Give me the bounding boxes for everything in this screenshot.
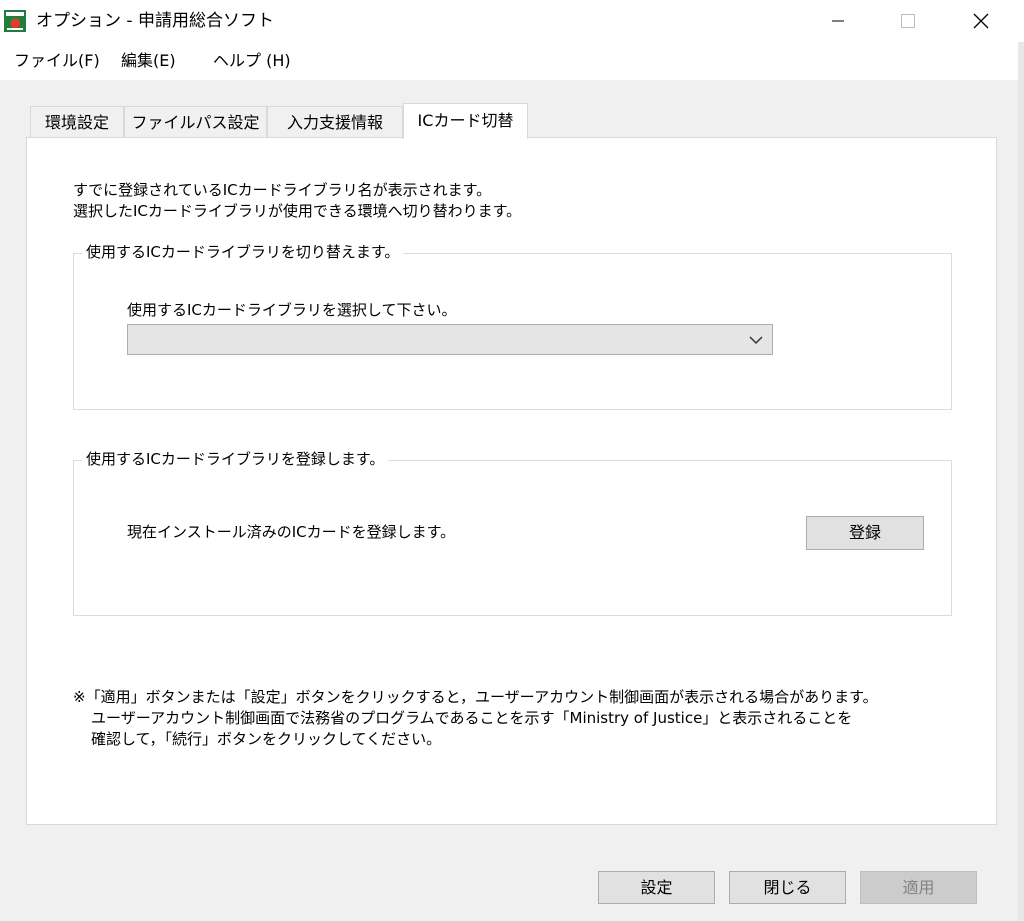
- apply-button[interactable]: 適用: [860, 871, 977, 904]
- register-button[interactable]: 登録: [806, 516, 924, 550]
- note-line-1: ※「適用」ボタンまたは「設定」ボタンをクリックすると，ユーザーアカウント制御画面…: [73, 688, 878, 706]
- switch-group-legend: 使用するICカードライブラリを切り替えます。: [82, 242, 404, 262]
- menu-bar: ファイル(F) 編集(E) ヘルプ (H): [0, 42, 1024, 80]
- window-title: オプション - 申請用総合ソフト: [36, 11, 274, 31]
- description-line-1: すでに登録されているICカードライブラリ名が表示されます。: [73, 181, 492, 199]
- register-description: 現在インストール済みのICカードを登録します。: [127, 523, 456, 541]
- maximize-button[interactable]: [873, 0, 943, 42]
- minimize-icon: [832, 20, 844, 22]
- note-line-2: ユーザーアカウント制御画面で法務省のプログラムであることを示す「Ministry…: [91, 709, 853, 727]
- title-bar: オプション - 申請用総合ソフト: [0, 0, 1024, 42]
- note-line-3: 確認して，「続行」ボタンをクリックしてください。: [91, 730, 442, 748]
- tab-input-support[interactable]: 入力支援情報: [267, 106, 403, 138]
- ok-button[interactable]: 設定: [598, 871, 715, 904]
- menu-help[interactable]: ヘルプ (H): [213, 50, 291, 72]
- tab-environment[interactable]: 環境設定: [30, 106, 124, 138]
- menu-file[interactable]: ファイル(F): [14, 50, 100, 72]
- library-select[interactable]: [127, 324, 773, 355]
- background-window-edge: [1018, 42, 1024, 921]
- tab-ic-card[interactable]: ICカード切替: [403, 103, 528, 139]
- close-icon: [973, 13, 989, 29]
- close-window-button[interactable]: [946, 0, 1016, 42]
- menu-edit[interactable]: 編集(E): [121, 50, 176, 72]
- chevron-down-icon: [749, 336, 763, 345]
- maximize-icon: [901, 14, 915, 28]
- minimize-button[interactable]: [803, 0, 873, 42]
- tab-file-path[interactable]: ファイルパス設定: [124, 106, 267, 138]
- description-line-2: 選択したICカードライブラリが使用できる環境へ切り替わります。: [73, 202, 522, 220]
- app-icon: [4, 10, 26, 32]
- close-button[interactable]: 閉じる: [729, 871, 846, 904]
- select-library-label: 使用するICカードライブラリを選択して下さい。: [127, 301, 457, 319]
- register-group-legend: 使用するICカードライブラリを登録します。: [82, 449, 389, 469]
